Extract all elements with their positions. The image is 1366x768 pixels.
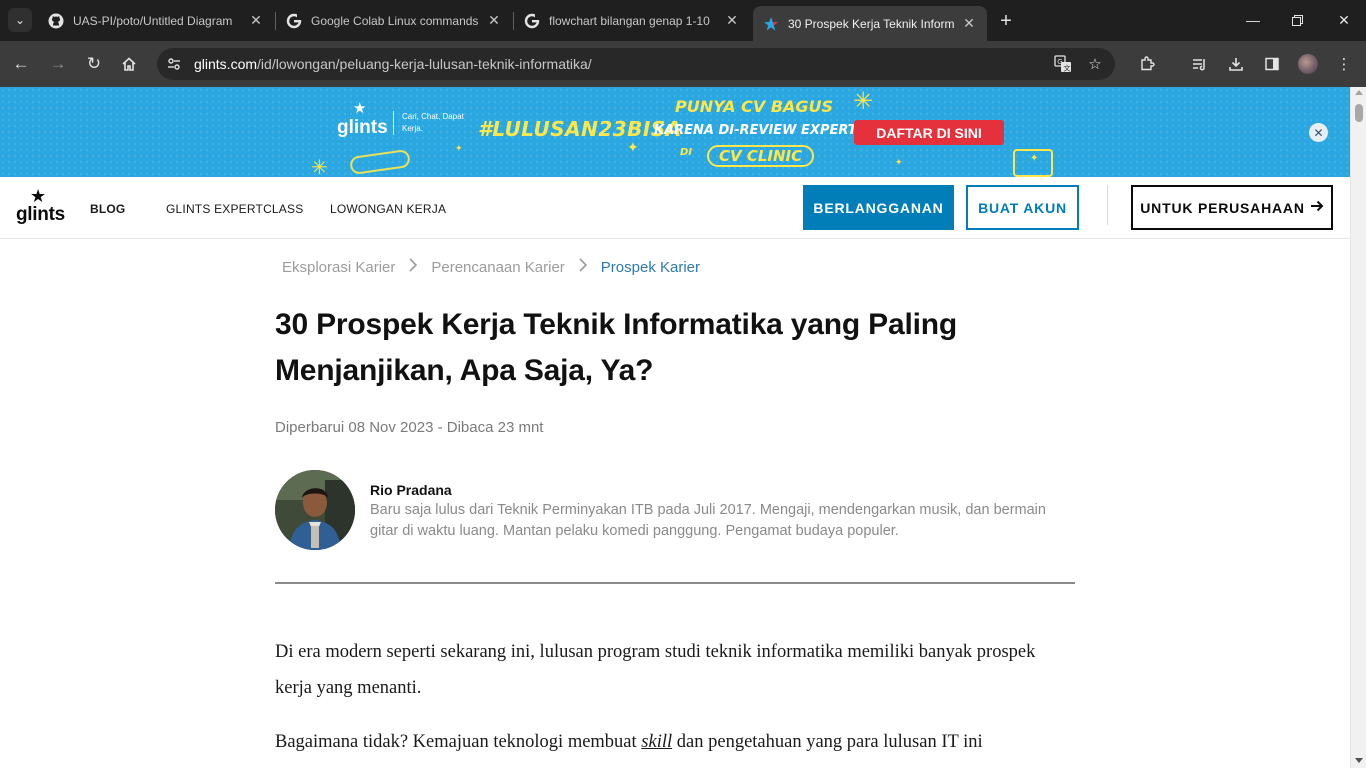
side-panel-icon[interactable]	[1260, 52, 1284, 76]
author-bio: Baru saja lulus dari Teknik Perminyakan …	[370, 502, 1046, 539]
chevron-right-icon	[578, 258, 588, 276]
scrollbar-thumb[interactable]	[1355, 104, 1363, 122]
google-icon	[524, 12, 540, 29]
tab-glints-active[interactable]: 30 Prospek Kerja Teknik Informa ✕	[753, 6, 987, 41]
banner-glints-logo: ★ glints	[337, 100, 388, 138]
tab-search-button[interactable]: ⌄	[8, 8, 32, 32]
restore-icon[interactable]	[1282, 8, 1312, 32]
page-scrollbar[interactable]	[1350, 87, 1366, 768]
profile-avatar-icon[interactable]	[1298, 54, 1318, 74]
glints-icon	[763, 16, 779, 32]
tab-colab[interactable]: Google Colab Linux commands ✕	[276, 6, 512, 35]
tab-title: 30 Prospek Kerja Teknik Informa	[788, 16, 955, 31]
translate-icon[interactable]: G文	[1051, 52, 1075, 76]
home-icon[interactable]	[114, 49, 144, 79]
menu-kebab-icon[interactable]: ⋮	[1332, 52, 1356, 76]
scroll-up-arrow-icon[interactable]	[1355, 90, 1363, 95]
divider	[275, 582, 1075, 584]
sparkle-icon: ✳	[853, 88, 874, 115]
tab-title: Google Colab Linux commands	[311, 13, 479, 28]
header-divider	[1107, 185, 1108, 225]
browser-toolbar: ← → ↻ glints.com/id/lowongan/peluang-ker…	[0, 41, 1366, 87]
sparkle-icon: ✦	[895, 157, 903, 167]
tab-title: UAS-PI/poto/Untitled Diagram	[73, 13, 233, 28]
close-tab-icon[interactable]: ✕	[724, 12, 740, 29]
nav-expertclass[interactable]: GLINTS EXPERTCLASS	[166, 202, 303, 216]
forward-arrow-icon[interactable]: →	[43, 49, 73, 79]
media-queue-icon[interactable]	[1188, 52, 1212, 76]
create-account-button[interactable]: BUAT AKUN	[966, 185, 1079, 230]
author-name[interactable]: Rio Pradana	[370, 482, 452, 498]
tab-title: flowchart bilangan genap 1-10	[549, 13, 710, 28]
glints-star-icon: ★	[353, 100, 367, 117]
banner-cv-clinic: CV CLINIC	[707, 145, 815, 167]
article-paragraph: Bagaimana tidak? Kemajuan teknologi memb…	[275, 732, 983, 752]
download-icon[interactable]	[1224, 52, 1248, 76]
chevron-right-icon	[408, 258, 418, 276]
breadcrumb-item[interactable]: Eksplorasi Karier	[282, 259, 395, 276]
glints-star-icon: ★	[30, 186, 47, 206]
subscribe-button[interactable]: BERLANGGANAN	[803, 185, 954, 230]
article-title: 30 Prospek Kerja Teknik Informatika yang…	[275, 308, 957, 387]
banner-subheadline: KARENA DI-REVIEW EXPERT	[654, 123, 857, 138]
banner-hashtag: #LULUSAN23BISA	[478, 117, 682, 141]
scroll-down-arrow-icon[interactable]	[1355, 758, 1363, 763]
breadcrumb-current[interactable]: Prospek Karier	[601, 259, 700, 276]
bookmark-star-icon[interactable]: ☆	[1083, 52, 1107, 76]
svg-text:G: G	[1057, 58, 1062, 66]
extensions-icon[interactable]	[1135, 52, 1159, 76]
site-header: ★ glints BLOG GLINTS EXPERTCLASS LOWONGA…	[0, 177, 1350, 239]
github-icon	[48, 13, 64, 29]
close-tab-icon[interactable]: ✕	[961, 15, 977, 32]
banner-tagline: Cari, Chat, Dapat Kerja.	[393, 111, 473, 135]
close-tab-icon[interactable]: ✕	[248, 12, 264, 29]
browser-tab-bar: ⌄ UAS-PI/poto/Untitled Diagram ✕ Google …	[0, 0, 1366, 41]
tab-github[interactable]: UAS-PI/poto/Untitled Diagram ✕	[38, 6, 274, 35]
reload-icon[interactable]: ↻	[79, 49, 109, 79]
sparkle-icon: ✦	[455, 143, 463, 153]
nav-lowongan-kerja[interactable]: LOWONGAN KERJA	[330, 202, 446, 216]
breadcrumb-item[interactable]: Perencanaan Karier	[431, 259, 564, 276]
nav-blog[interactable]: BLOG	[90, 202, 125, 216]
article-paragraph: Di era modern seperti sekarang ini, lulu…	[275, 642, 1036, 698]
minimize-icon[interactable]: —	[1238, 8, 1268, 32]
banner-register-button[interactable]: DAFTAR DI SINI	[854, 120, 1004, 145]
for-company-button[interactable]: UNTUK PERUSAHAAN	[1131, 185, 1333, 230]
google-icon	[286, 12, 302, 29]
sparkle-icon: ✦	[627, 139, 639, 155]
author-avatar[interactable]	[275, 470, 355, 550]
skill-link[interactable]: skill	[641, 732, 672, 752]
url-text: glints.com/id/lowongan/peluang-kerja-lul…	[194, 56, 592, 72]
close-tab-icon[interactable]: ✕	[486, 12, 502, 29]
banner-close-icon[interactable]: ✕	[1309, 123, 1328, 142]
svg-text:文: 文	[1064, 64, 1071, 73]
banner-headline: PUNYA CV BAGUS	[675, 97, 834, 116]
for-company-label: UNTUK PERUSAHAAN	[1140, 199, 1305, 216]
web-page: ✳ ✳ ✦ ✦ ✦ ✦ ★ glints Cari, Chat, Dapat K…	[0, 87, 1350, 768]
site-info-icon[interactable]	[160, 50, 188, 78]
article-meta: Diperbarui 08 Nov 2023 - Dibaca 23 mnt	[275, 419, 544, 436]
address-bar[interactable]: glints.com/id/lowongan/peluang-kerja-lul…	[157, 48, 1115, 80]
close-window-icon[interactable]: ✕	[1329, 8, 1359, 32]
glints-logo[interactable]: ★ glints	[16, 187, 71, 227]
sparkle-icon: ✳	[311, 157, 328, 177]
new-tab-plus-icon[interactable]: +	[994, 9, 1018, 33]
back-arrow-icon[interactable]: ←	[6, 49, 36, 79]
banner-di-text: DI	[680, 147, 693, 158]
tab-flowchart[interactable]: flowchart bilangan genap 1-10 ✕	[514, 6, 750, 35]
breadcrumb: Eksplorasi Karier Perencanaan Karier Pro…	[282, 258, 700, 276]
briefcase-icon	[1013, 149, 1053, 177]
promo-banner[interactable]: ✳ ✳ ✦ ✦ ✦ ✦ ★ glints Cari, Chat, Dapat K…	[0, 87, 1350, 177]
arrow-right-icon	[1310, 199, 1324, 216]
